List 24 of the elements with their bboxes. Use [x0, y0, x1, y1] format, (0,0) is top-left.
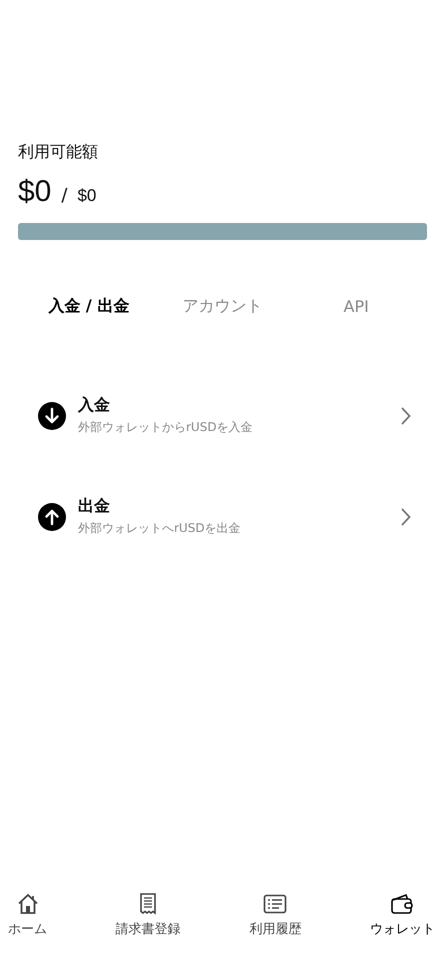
action-description: 外部ウォレットへrUSDを出金	[78, 520, 242, 537]
nav-item[interactable]: 利用履歴	[249, 892, 302, 938]
balance-label: 利用可能額	[18, 142, 99, 163]
tab[interactable]: API	[289, 290, 424, 323]
chevron-right-icon	[401, 406, 411, 424]
wallet-icon	[390, 892, 414, 916]
balance-amount: $0	[18, 175, 52, 209]
action-row[interactable]: 入金 外部ウォレットからrUSDを入金	[20, 395, 427, 436]
nav-item[interactable]: ホーム	[8, 892, 47, 938]
action-title: 入金	[78, 395, 111, 416]
home-icon	[16, 892, 40, 916]
action-row[interactable]: 出金 外部ウォレットへrUSDを出金	[20, 496, 427, 537]
balance-limit: $0	[77, 186, 96, 206]
nav-item[interactable]: 請求書登録	[116, 892, 181, 938]
chevron-right-icon	[401, 508, 411, 526]
tab[interactable]: アカウント	[156, 290, 290, 323]
separator: /	[61, 185, 68, 206]
tab[interactable]: 入金 / 出金	[22, 290, 156, 323]
list-icon	[263, 892, 288, 916]
action-title: 出金	[78, 496, 111, 517]
arrow-up-icon	[38, 502, 66, 530]
arrow-down-icon	[38, 402, 66, 430]
nav-item[interactable]: ウォレット	[370, 892, 435, 938]
action-description: 外部ウォレットからrUSDを入金	[78, 419, 254, 436]
